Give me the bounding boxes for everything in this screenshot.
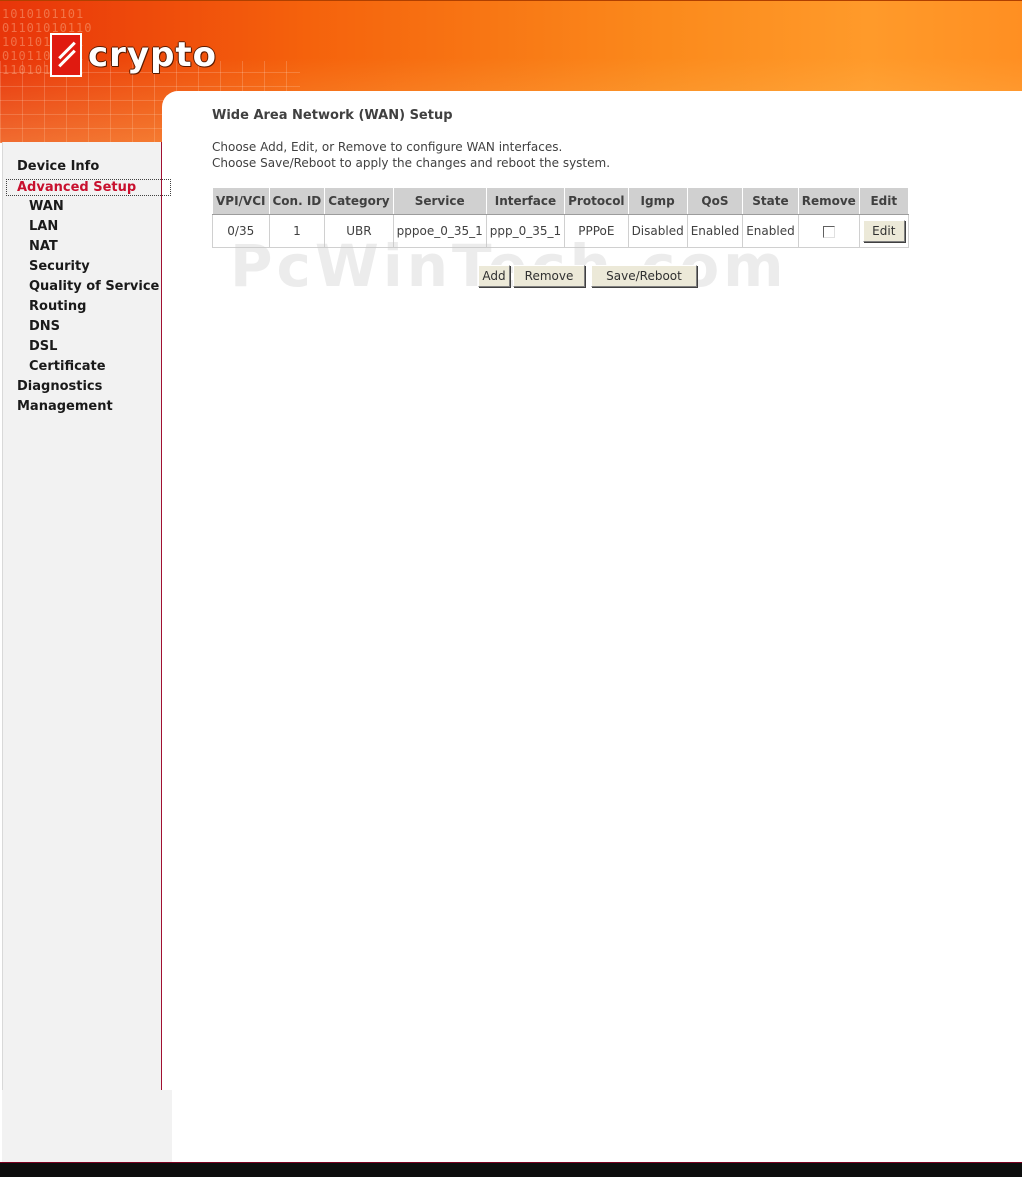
sidebar-item-quality-of-service[interactable]: Quality of Service — [29, 279, 159, 294]
cell-remove — [797, 214, 860, 248]
sidebar-item-lan[interactable]: LAN — [29, 219, 58, 234]
brand-logo: crypto — [50, 33, 217, 77]
column-header-remove: Remove — [797, 187, 860, 215]
column-header-interface: Interface — [485, 187, 566, 215]
column-header-igmp: Igmp — [627, 187, 688, 215]
instruction-text: Choose Save/Reboot to apply the changes … — [212, 156, 611, 170]
column-header-protocol: Protocol — [564, 187, 629, 215]
cell-edit: Edit — [858, 214, 909, 248]
sidebar-item-routing[interactable]: Routing — [29, 299, 86, 314]
sidebar-item-diagnostics[interactable]: Diagnostics — [17, 379, 102, 394]
sidebar-item-dns[interactable]: DNS — [29, 319, 60, 334]
column-header-category: Category — [324, 187, 394, 215]
sidebar: Device Info Advanced Setup WAN LAN NAT S… — [2, 142, 172, 1090]
instruction-text: Choose Add, Edit, or Remove to configure… — [212, 140, 563, 154]
sidebar-item-dsl[interactable]: DSL — [29, 339, 57, 354]
column-header-service: Service — [392, 187, 487, 215]
column-header-edit: Edit — [858, 187, 909, 215]
logo-mark-icon — [50, 33, 82, 77]
table-header-row: VPI/VCI Con. ID Category Service Interfa… — [212, 187, 909, 215]
sidebar-item-management[interactable]: Management — [17, 399, 113, 414]
column-header-vpi-vci: VPI/VCI — [212, 187, 270, 215]
edit-button[interactable]: Edit — [862, 220, 905, 242]
column-header-con-id: Con. ID — [268, 187, 326, 215]
sidebar-item-security[interactable]: Security — [29, 259, 90, 274]
sidebar-item-nat[interactable]: NAT — [29, 239, 58, 254]
sidebar-item-wan[interactable]: WAN — [29, 199, 64, 214]
add-button[interactable]: Add — [478, 265, 510, 287]
save-reboot-button[interactable]: Save/Reboot — [591, 265, 697, 287]
column-header-state: State — [742, 187, 799, 215]
sidebar-item-advanced-setup[interactable]: Advanced Setup — [6, 179, 172, 196]
sidebar-item-device-info[interactable]: Device Info — [17, 159, 99, 174]
logo-text: crypto — [88, 35, 218, 75]
column-header-qos: QoS — [686, 187, 744, 215]
remove-checkbox[interactable] — [822, 225, 835, 238]
remove-button[interactable]: Remove — [513, 265, 585, 287]
sidebar-item-certificate[interactable]: Certificate — [29, 359, 106, 374]
page-title: Wide Area Network (WAN) Setup — [212, 108, 453, 123]
footer-bar — [0, 1162, 1022, 1177]
sidebar-bottom-panel — [2, 1090, 172, 1162]
